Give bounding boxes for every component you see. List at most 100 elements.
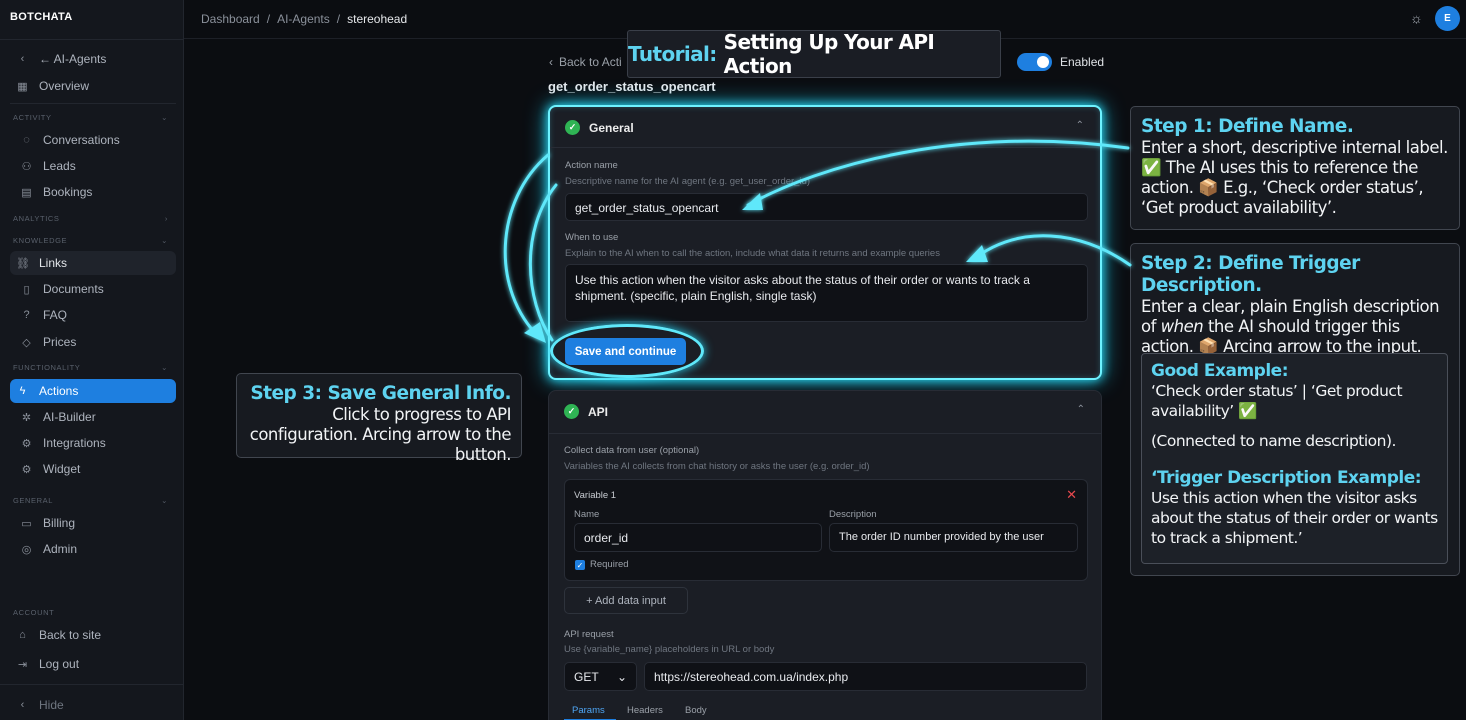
save-and-continue-button[interactable]: Save and continue bbox=[565, 338, 686, 365]
variable-title: Variable 1 bbox=[574, 490, 617, 501]
sidebar-item-integrations[interactable]: ⚙ Integrations bbox=[10, 431, 176, 455]
breadcrumb-current: stereohead bbox=[347, 12, 408, 26]
faq-icon: ? bbox=[23, 309, 30, 321]
chevron-down-icon: ⌄ bbox=[161, 236, 168, 245]
sidebar-item-log-out[interactable]: ⇥ Log out bbox=[10, 652, 176, 676]
trigger-example-body: Use this action when the visitor asks ab… bbox=[1151, 489, 1438, 547]
good-example-body: ‘Check order status’ | ‘Get product avai… bbox=[1151, 382, 1403, 420]
step2-title: Step 2: Define Trigger Description. bbox=[1141, 253, 1360, 296]
required-checkbox[interactable]: ✓ bbox=[575, 560, 585, 570]
breadcrumb-separator: / bbox=[336, 12, 341, 26]
required-label: Required bbox=[590, 559, 629, 570]
variable-name-input[interactable]: order_id bbox=[574, 523, 822, 552]
tutorial-banner: Tutorial: Setting Up Your API Action bbox=[627, 30, 1001, 78]
avatar[interactable]: E bbox=[1435, 6, 1460, 31]
section-analytics[interactable]: ANALYTICS › bbox=[13, 214, 168, 223]
sidebar-item-back-to-site[interactable]: ⌂ Back to site bbox=[10, 623, 176, 647]
sidebar-item-links[interactable]: ⛓ Links bbox=[10, 251, 176, 275]
back-to-actions-link[interactable]: ‹ Back to Acti bbox=[549, 55, 622, 69]
sidebar-item-faq[interactable]: ? FAQ bbox=[10, 303, 176, 327]
link-icon: ⛓ bbox=[16, 257, 30, 270]
arrowhead bbox=[524, 322, 546, 343]
when-to-use-label: When to use bbox=[565, 232, 619, 243]
general-card-header[interactable]: ✓ General bbox=[565, 120, 634, 135]
api-request-hint: Use {variable_name} placeholders in URL … bbox=[564, 644, 775, 655]
integrations-icon: ⚙ bbox=[21, 437, 32, 450]
sidebar-hide-button[interactable]: ‹ Hide bbox=[10, 693, 176, 717]
chevron-up-icon[interactable]: ⌃ bbox=[1077, 404, 1085, 415]
button-label: + Add data input bbox=[586, 594, 666, 607]
good-example-title: Good Example: bbox=[1151, 361, 1289, 381]
breadcrumb-separator: / bbox=[266, 12, 271, 26]
method-select[interactable]: GET ⌄ bbox=[564, 662, 637, 691]
sidebar-item-label: Links bbox=[39, 256, 68, 270]
section-account: ACCOUNT bbox=[13, 608, 168, 617]
action-name-input[interactable]: get_order_status_opencart bbox=[565, 193, 1088, 221]
bolt-icon: ϟ bbox=[19, 385, 26, 397]
add-data-input-button[interactable]: + Add data input bbox=[564, 587, 688, 614]
sidebar-item-documents[interactable]: ▯ Documents bbox=[10, 277, 176, 301]
divider bbox=[550, 147, 1100, 148]
calendar-icon: ▤ bbox=[21, 186, 32, 199]
sidebar-item-widget[interactable]: ⚙ Widget bbox=[10, 457, 176, 481]
grid-icon: ▦ bbox=[17, 80, 28, 93]
sidebar-item-label: AI-Builder bbox=[43, 410, 96, 424]
sidebar-back-agents[interactable]: ‹ ← AI-Agents bbox=[10, 47, 176, 71]
tab-headers[interactable]: Headers bbox=[627, 705, 663, 716]
sidebar: BOTCHATA ‹ ← AI-Agents ▦ Overview ACTIVI… bbox=[0, 0, 184, 720]
examples-box: Good Example: ‘Check order status’ | ‘Ge… bbox=[1141, 353, 1448, 564]
step1-body: Enter a short, descriptive internal labe… bbox=[1141, 138, 1448, 217]
section-general[interactable]: GENERAL ⌄ bbox=[13, 496, 168, 505]
admin-icon: ◎ bbox=[21, 543, 32, 556]
tab-body[interactable]: Body bbox=[685, 705, 707, 716]
sidebar-item-label: Conversations bbox=[43, 133, 120, 147]
sidebar-item-label: ← AI-Agents bbox=[39, 52, 107, 66]
sidebar-item-label: Admin bbox=[43, 542, 78, 556]
sun-icon[interactable]: ☼ bbox=[1410, 10, 1423, 26]
tutorial-title: Setting Up Your API Action bbox=[723, 30, 935, 78]
chevron-up-icon[interactable]: ⌃ bbox=[1076, 120, 1084, 131]
chevron-left-icon: ‹ bbox=[20, 53, 25, 65]
sidebar-item-label: Prices bbox=[43, 335, 77, 349]
divider bbox=[0, 684, 184, 685]
sidebar-item-conversations[interactable]: ◌ Conversations bbox=[10, 128, 176, 152]
logout-icon: ⇥ bbox=[17, 658, 28, 671]
close-icon[interactable]: ✕ bbox=[1066, 487, 1077, 503]
section-label: ACCOUNT bbox=[13, 608, 55, 617]
sidebar-item-label: Hide bbox=[39, 698, 64, 712]
back-link-label: Back to Acti bbox=[559, 55, 622, 69]
sidebar-item-label: Back to site bbox=[39, 628, 102, 642]
url-input[interactable]: https://stereohead.com.ua/index.php bbox=[644, 662, 1087, 691]
enabled-toggle[interactable] bbox=[1017, 53, 1052, 71]
sidebar-item-bookings[interactable]: ▤ Bookings bbox=[10, 180, 176, 204]
sidebar-item-actions[interactable]: ϟ Actions bbox=[10, 379, 176, 403]
sidebar-item-label: Actions bbox=[39, 384, 79, 398]
section-activity[interactable]: ACTIVITY ⌄ bbox=[13, 113, 168, 122]
tab-params[interactable]: Params bbox=[572, 705, 605, 716]
sidebar-item-leads[interactable]: ⚇ Leads bbox=[10, 154, 176, 178]
method-value: GET bbox=[574, 670, 599, 684]
general-card: ✓ General ⌃ Action name Descriptive name… bbox=[548, 105, 1102, 380]
sidebar-item-billing[interactable]: ▭ Billing bbox=[10, 511, 176, 535]
variable-description-label: Description bbox=[829, 509, 877, 520]
breadcrumb-ai-agents[interactable]: AI-Agents bbox=[277, 12, 330, 26]
api-card-header[interactable]: ✓ API bbox=[564, 404, 608, 419]
sidebar-item-admin[interactable]: ◎ Admin bbox=[10, 537, 176, 561]
variable-description-input[interactable]: The order ID number provided by the user bbox=[829, 523, 1078, 552]
breadcrumb-dashboard[interactable]: Dashboard bbox=[201, 12, 260, 26]
sidebar-item-prices[interactable]: ◇ Prices bbox=[10, 330, 176, 354]
chevron-down-icon: ⌄ bbox=[161, 363, 168, 372]
action-name-hint: Descriptive name for the AI agent (e.g. … bbox=[565, 176, 811, 187]
step3-body: Click to progress to API configuration. … bbox=[249, 405, 512, 464]
section-knowledge[interactable]: KNOWLEDGE ⌄ bbox=[13, 236, 168, 245]
section-functionality[interactable]: FUNCTIONALITY ⌄ bbox=[13, 363, 168, 372]
section-label: KNOWLEDGE bbox=[13, 236, 68, 245]
chevron-right-icon: › bbox=[164, 214, 168, 223]
sidebar-item-label: Bookings bbox=[43, 185, 93, 199]
when-to-use-textarea[interactable]: Use this action when the visitor asks ab… bbox=[565, 264, 1088, 322]
sidebar-item-label: Integrations bbox=[43, 436, 106, 450]
sidebar-item-ai-builder[interactable]: ✲ AI-Builder bbox=[10, 405, 176, 429]
api-request-label: API request bbox=[564, 629, 614, 640]
sidebar-item-overview[interactable]: ▦ Overview bbox=[10, 74, 176, 98]
card-title: API bbox=[588, 404, 609, 419]
